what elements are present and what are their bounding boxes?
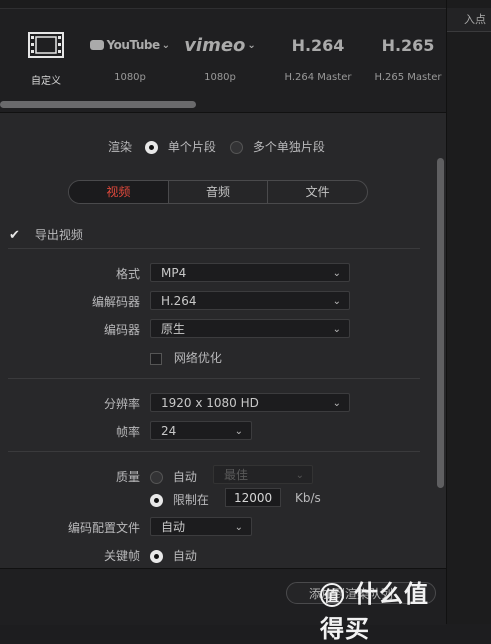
encoder-label: 编码器	[103, 323, 140, 337]
radio-button[interactable]	[150, 494, 163, 507]
keyframe-label: 关键帧	[103, 549, 140, 563]
preset-label: 1080p	[204, 72, 236, 83]
vimeo-logo-icon: vimeo ⌄	[184, 34, 256, 56]
network-opt-checkbox[interactable]: 网络优化	[150, 349, 222, 366]
checkmark-icon[interactable]: ✔	[9, 229, 23, 242]
chevron-down-icon: ⌄	[234, 522, 243, 533]
preset-label: H.264 Master	[284, 72, 352, 83]
bitrate-unit: Kb/s	[295, 491, 321, 505]
radio-button[interactable]	[145, 141, 158, 154]
render-single-option[interactable]: 单个片段	[145, 138, 216, 155]
preset-label: 自定义	[31, 76, 61, 87]
chevron-down-icon: ⌄	[332, 324, 341, 335]
encoder-select[interactable]: 原生 ⌄	[150, 319, 350, 338]
film-icon	[6, 28, 86, 62]
divider	[8, 451, 420, 452]
chevron-down-icon: ⌄	[332, 296, 341, 307]
preset-scrollbar[interactable]	[0, 101, 196, 108]
chevron-down-icon: ⌄	[295, 470, 304, 481]
quality-limit-option[interactable]: 限制在	[150, 491, 209, 508]
format-label: 格式	[115, 267, 140, 281]
right-panel: 入点	[446, 0, 491, 624]
divider	[8, 378, 420, 379]
bitrate-input[interactable]: 12000	[225, 488, 281, 507]
preset-label: 1080p	[114, 72, 146, 83]
settings-scrollbar[interactable]	[437, 158, 444, 488]
radio-button[interactable]	[230, 141, 243, 154]
watermark-logo: 值	[320, 582, 344, 607]
tab-file[interactable]: 文件	[268, 181, 367, 203]
preset-label: H.265 Master	[374, 72, 442, 83]
radio-button[interactable]	[150, 550, 163, 563]
quality-label: 质量	[115, 470, 140, 484]
settings-content: 渲染 单个片段 多个单独片段 视频 音频 文件 ✔ 导出视频 格式 MP4 ⌄ 编…	[0, 118, 435, 568]
tab-audio[interactable]: 音频	[169, 181, 269, 203]
framerate-label: 帧率	[115, 425, 140, 439]
keyframe-auto-option[interactable]: 自动	[150, 547, 197, 564]
preset-vimeo[interactable]: vimeo ⌄ 1080p	[180, 28, 260, 84]
youtube-logo-icon: YouTube ⌄	[90, 28, 170, 62]
chevron-down-icon: ⌄	[234, 426, 243, 437]
chevron-down-icon: ⌄	[332, 268, 341, 279]
resolution-select[interactable]: 1920 x 1080 HD ⌄	[150, 393, 350, 412]
watermark: 值 什么值得买	[320, 580, 430, 643]
render-multi-option[interactable]: 多个单独片段	[230, 138, 325, 155]
preset-h265[interactable]: H.265 H.265 Master	[368, 28, 446, 84]
quality-auto-select: 最佳 ⌄	[213, 465, 313, 484]
codec-label: 编解码器	[91, 295, 140, 309]
encode-profile-select[interactable]: 自动 ⌄	[150, 517, 252, 536]
quality-auto-option[interactable]: 自动	[150, 468, 197, 485]
codec-select[interactable]: H.264 ⌄	[150, 291, 350, 310]
checkbox[interactable]	[150, 352, 162, 365]
settings-tabs: 视频 音频 文件	[68, 180, 368, 204]
divider	[8, 248, 420, 249]
format-select[interactable]: MP4 ⌄	[150, 263, 350, 282]
h265-logo: H.265	[381, 35, 435, 55]
encode-profile-label: 编码配置文件	[67, 521, 140, 535]
tab-video[interactable]: 视频	[69, 181, 169, 203]
preset-bar: 自定义 YouTube ⌄ 1080p vimeo ⌄ 1080p H.264 H.…	[0, 0, 446, 113]
export-video-checkbox[interactable]: ✔ 导出视频	[9, 226, 83, 243]
preset-h264[interactable]: H.264 H.264 Master	[278, 28, 358, 84]
top-edge	[0, 0, 446, 9]
preset-youtube[interactable]: YouTube ⌄ 1080p	[90, 28, 170, 83]
resolution-label: 分辨率	[103, 397, 140, 411]
render-settings-panel: 自定义 YouTube ⌄ 1080p vimeo ⌄ 1080p H.264 H.…	[0, 0, 446, 643]
h264-logo: H.264	[291, 35, 345, 55]
radio-button[interactable]	[150, 471, 163, 484]
in-point-header: 入点	[447, 8, 491, 32]
preset-custom[interactable]: 自定义	[6, 28, 86, 87]
render-label: 渲染	[108, 140, 133, 154]
framerate-select[interactable]: 24 ⌄	[150, 421, 252, 440]
chevron-down-icon: ⌄	[332, 398, 341, 409]
